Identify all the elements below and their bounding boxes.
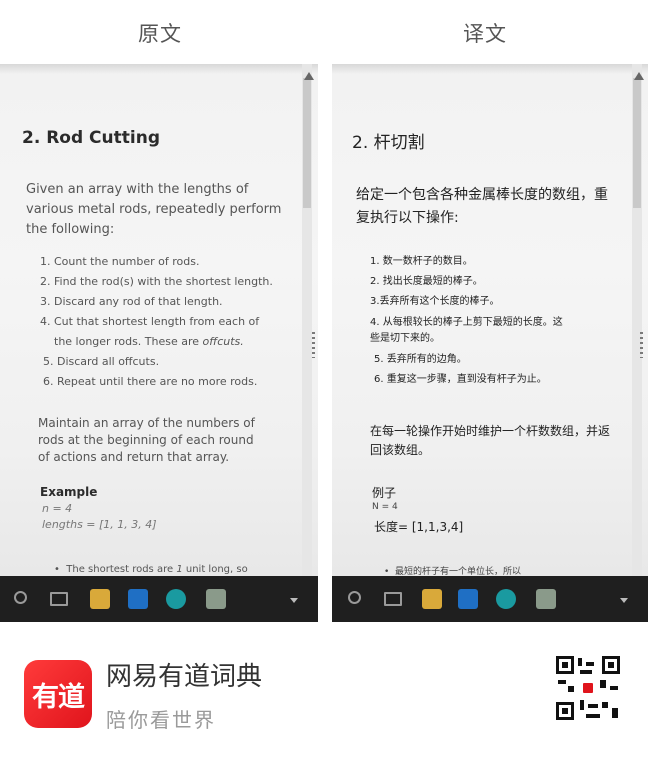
folder-icon[interactable]	[422, 589, 442, 609]
list-item: 3.丢弃所有这个长度的棒子。	[370, 296, 500, 307]
example-lengths: 长度= [1,1,3,4]	[374, 520, 464, 534]
qr-finder	[556, 656, 574, 674]
qr-module	[580, 700, 584, 710]
cursor-icon	[304, 72, 314, 80]
example-heading: 例子	[372, 486, 397, 500]
qr-module	[580, 670, 592, 674]
qr-finder	[556, 702, 574, 720]
offcuts-term: offcuts.	[202, 335, 244, 348]
translation-photo: 2. 杆切割 给定一个包含各种金属棒长度的数组，重复执行以下操作: 1. 数一数…	[332, 64, 648, 622]
folder-icon[interactable]	[90, 589, 110, 609]
drag-handle-icon	[640, 332, 643, 358]
maintain-paragraph: Maintain an array of the numbers of rods…	[38, 416, 255, 464]
youdao-logo: 有道	[24, 660, 92, 728]
task-view-icon[interactable]	[50, 592, 68, 606]
list-item: 2. 找出长度最短的棒子。	[370, 276, 483, 287]
qr-module	[558, 680, 566, 684]
example-lengths: lengths = [1, 1, 3, 4]	[42, 518, 157, 531]
intro-text: 给定一个包含各种金属棒长度的数组，重复执行以下操作:	[356, 187, 608, 226]
qr-module	[586, 714, 600, 718]
step-4-continuation: the longer rods. These are	[54, 335, 200, 348]
search-icon[interactable]	[14, 591, 27, 604]
intro-text: Given an array with the lengths of vario…	[26, 182, 282, 237]
qr-module	[600, 680, 606, 688]
list-item: 4. Cut that shortest length from each of…	[40, 312, 290, 352]
translated-document: 2. 杆切割 给定一个包含各种金属棒长度的数组，重复执行以下操作: 1. 数一数…	[332, 64, 648, 577]
windows-taskbar	[0, 576, 318, 622]
original-header: 原文	[138, 22, 182, 46]
app-slogan: 陪你看世界	[106, 708, 216, 732]
chevron-down-icon[interactable]	[290, 598, 298, 603]
qr-logo	[581, 681, 595, 695]
qr-module	[588, 704, 598, 708]
bullet-tail: unit long, so	[185, 564, 248, 575]
app-icon[interactable]	[536, 589, 556, 609]
scrollbar-thumb[interactable]	[303, 78, 311, 208]
outlook-icon[interactable]	[458, 589, 478, 609]
maintain-paragraph: 在每一轮操作开始时维护一个杆数数组，并返回该数组。	[370, 424, 611, 457]
steps-list: 1. 数一数杆子的数目。 2. 找出长度最短的棒子。 3.丢弃所有这个长度的棒子…	[370, 252, 626, 390]
translation-header: 译文	[463, 22, 507, 46]
search-icon[interactable]	[348, 591, 361, 604]
list-item: 2. Find the rod(s) with the shortest len…	[40, 275, 273, 288]
app-icon[interactable]	[206, 589, 226, 609]
bullet-italic: 1	[176, 564, 183, 575]
example-n: n = 4	[42, 502, 73, 515]
qr-code-icon	[556, 656, 620, 720]
problem-title: 2. 杆切割	[352, 133, 425, 153]
original-document: 2. Rod Cutting Given an array with the l…	[0, 64, 318, 576]
list-item: 5. Discard all offcuts.	[43, 355, 160, 368]
app-name: 网易有道词典	[106, 662, 263, 692]
original-photo: 2. Rod Cutting Given an array with the l…	[0, 64, 318, 622]
list-item: 6. Repeat until there are no more rods.	[43, 375, 258, 388]
task-view-icon[interactable]	[384, 592, 402, 606]
edge-icon[interactable]	[496, 589, 516, 609]
qr-module	[586, 662, 594, 666]
outlook-icon[interactable]	[128, 589, 148, 609]
qr-module	[612, 708, 618, 718]
step-4-text: 4. Cut that shortest length from each of	[40, 315, 260, 328]
qr-module	[578, 658, 582, 666]
example-bullet: • The shortest rods are 1 unit long, so	[54, 564, 248, 575]
drag-handle-icon	[312, 332, 315, 358]
list-item: 3. Discard any rod of that length.	[40, 295, 223, 308]
problem-title: 2. Rod Cutting	[22, 128, 160, 148]
steps-list: 1. Count the number of rods. 2. Find the…	[40, 252, 290, 392]
windows-taskbar	[332, 576, 648, 622]
list-item: 1. Count the number of rods.	[40, 255, 200, 268]
example-heading: Example	[40, 485, 98, 499]
document-scrollbar[interactable]	[632, 64, 642, 576]
document-scrollbar[interactable]	[302, 64, 312, 576]
list-item: 4. 从每根较长的棒子上剪下最短的长度。这	[370, 317, 563, 328]
list-item: 1. 数一数杆子的数目。	[370, 256, 473, 267]
chevron-down-icon[interactable]	[620, 598, 628, 603]
qr-module	[568, 686, 574, 692]
list-item: 些是切下来的。	[370, 333, 440, 344]
cursor-icon	[634, 72, 644, 80]
qr-module	[602, 702, 608, 708]
edge-icon[interactable]	[166, 589, 186, 609]
qr-module	[610, 686, 618, 690]
example-n: N = 4	[372, 502, 398, 512]
bullet-text: The shortest rods are	[66, 564, 174, 575]
list-item: 6. 重复这一步骤，直到没有杆子为止。	[374, 374, 547, 385]
qr-finder	[602, 656, 620, 674]
scrollbar-thumb[interactable]	[633, 78, 641, 208]
list-item: 5. 丢弃所有的边角。	[374, 354, 467, 365]
